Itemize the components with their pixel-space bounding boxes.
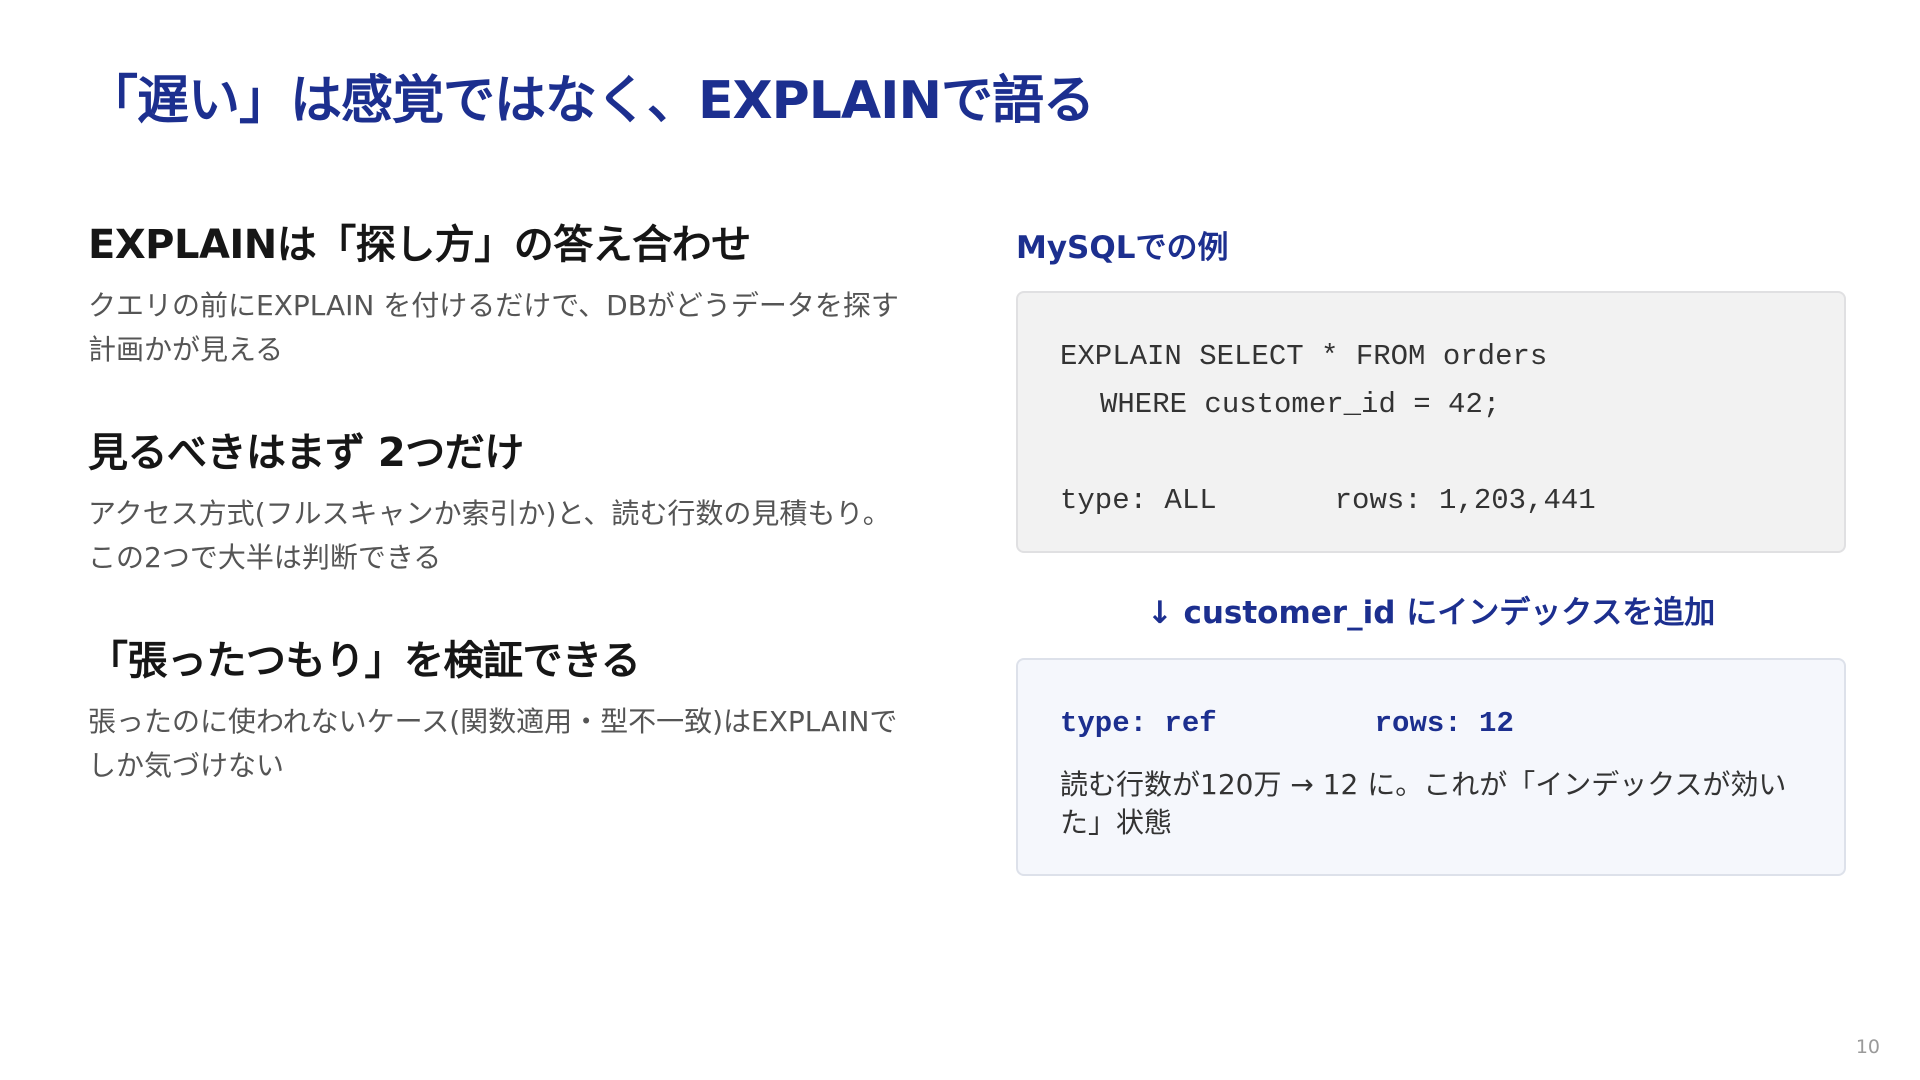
code-block-before: EXPLAIN SELECT * FROM orders WHERE custo… [1016, 291, 1846, 553]
point-heading: 「張ったつもり」を検証できる [88, 638, 641, 684]
point-heading: EXPLAINは「探し方」の答え合わせ [88, 222, 751, 268]
arrow-note: ↓ customer_id にインデックスを追加 [1146, 595, 1716, 631]
after-type: type: ref [1060, 707, 1217, 740]
code-result-line: type: ref rows: 12 [1060, 704, 1802, 744]
key-points: EXPLAINは「探し方」の答え合わせ クエリの前にEXPLAIN を付けるだけ… [88, 212, 918, 836]
code-result-line: type: ALL rows: 1,203,441 [1060, 477, 1802, 525]
point-item: 「張ったつもり」を検証できる 張ったのに使われないケース(関数適用・型不一致)は… [88, 628, 918, 788]
example-label: MySQLでの例 [1016, 230, 1229, 266]
point-body: アクセス方式(フルスキャンか索引か)と、読む行数の見積もり。この2つで大半は判断… [88, 497, 891, 574]
point-heading: 見るべきはまず 2つだけ [88, 430, 524, 476]
code-block-after: type: ref rows: 12 読む行数が120万 → 12 に。これが「イ… [1016, 658, 1846, 876]
point-item: EXPLAINは「探し方」の答え合わせ クエリの前にEXPLAIN を付けるだけ… [88, 212, 918, 372]
result-description: 読む行数が120万 → 12 に。これが「インデックスが効いた」状態 [1060, 768, 1787, 839]
point-body: クエリの前にEXPLAIN を付けるだけで、DBがどうデータを探す計画かが見える [88, 289, 899, 366]
page-number: 10 [1855, 1036, 1880, 1058]
before-rows: rows: 1,203,441 [1334, 484, 1596, 517]
point-item: 見るべきはまず 2つだけ アクセス方式(フルスキャンか索引か)と、読む行数の見積… [88, 420, 918, 580]
slide: 「遅い」は感覚ではなく、EXPLAINで語る EXPLAINは「探し方」の答え合… [0, 0, 1920, 1080]
slide-title: 「遅い」は感覚ではなく、EXPLAINで語る [86, 71, 1095, 131]
example-panel: MySQLでの例 EXPLAIN SELECT * FROM orders WH… [1016, 222, 1846, 876]
before-type: type: ALL [1060, 484, 1217, 517]
after-rows: rows: 12 [1374, 707, 1514, 740]
code-line: EXPLAIN SELECT * FROM orders [1060, 340, 1548, 373]
code-line: WHERE customer_id = 42; [1100, 388, 1501, 421]
point-body: 張ったのに使われないケース(関数適用・型不一致)はEXPLAINでしか気づけない [88, 705, 898, 782]
